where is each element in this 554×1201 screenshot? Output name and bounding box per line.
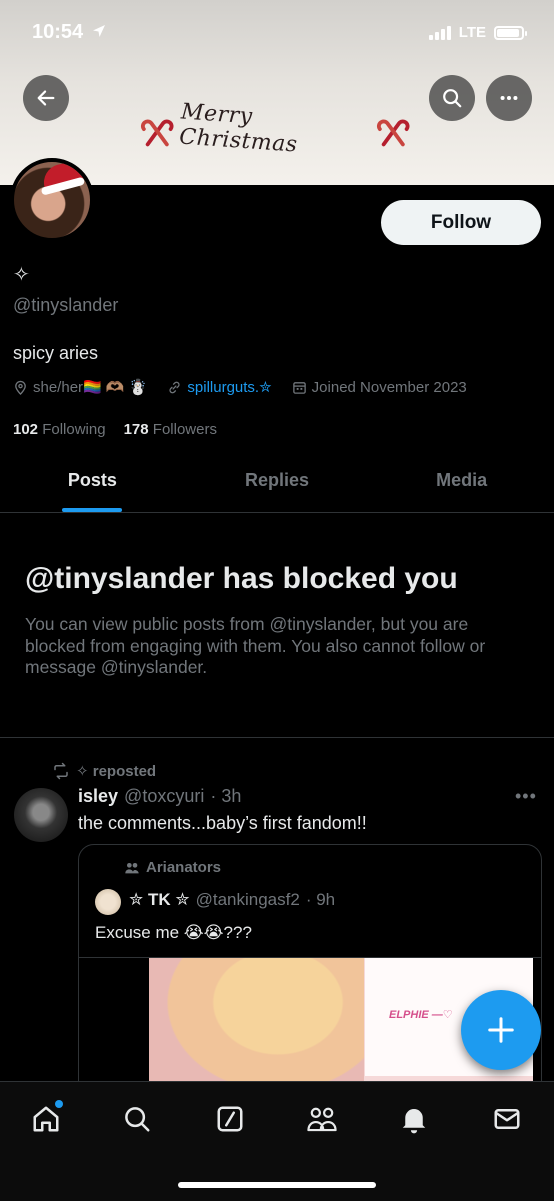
search-icon (125, 1107, 150, 1132)
website-link[interactable]: spillurguts.✮ (187, 378, 271, 396)
comic-caption: ELPHIE —♡ (389, 1009, 453, 1021)
candy-cane-icon (140, 119, 174, 147)
pronouns-text: she/her🏳️‍🌈 🫶🏽 ☃️ (33, 379, 148, 396)
following-link[interactable]: 102 Following (13, 421, 106, 438)
quote-author-name[interactable]: ✮ TK ✮ (129, 890, 190, 910)
repost-label: ✧ reposted (76, 763, 157, 780)
blocked-title: @tinyslander has blocked you (25, 562, 458, 595)
website-item[interactable]: spillurguts.✮ (167, 378, 272, 396)
notification-dot (55, 1100, 63, 1108)
profile-bio: spicy aries (13, 343, 99, 363)
bell-icon (402, 1109, 426, 1134)
link-icon (169, 381, 180, 393)
profile-avatar[interactable] (10, 158, 94, 242)
quoted-post[interactable]: Arianators ✮ TK ✮ @tankingasf2 · 9h Excu… (78, 844, 542, 1106)
quote-avatar[interactable] (95, 889, 121, 915)
banner-text: Merry Christmas (178, 99, 299, 158)
home-indicator (178, 1182, 376, 1188)
location-pin-icon (15, 380, 26, 395)
grok-icon (217, 1106, 243, 1132)
location-item: she/her🏳️‍🌈 🫶🏽 ☃️ (13, 378, 147, 396)
blocked-message: You can view public posts from @tinyslan… (25, 614, 486, 677)
compose-button[interactable] (461, 990, 541, 1070)
banner-artwork: Merry Christmas (140, 99, 410, 158)
mail-icon (494, 1109, 520, 1129)
tab-media[interactable]: Media (369, 458, 554, 512)
calendar-icon (292, 381, 306, 394)
signal-icon (428, 25, 451, 40)
status-time: 10:54 (32, 21, 107, 44)
search-button[interactable] (429, 75, 475, 121)
display-name: ✧ (13, 264, 30, 286)
joined-item: Joined November 2023 (292, 379, 467, 396)
community-label: Arianators (124, 859, 221, 876)
repost-icon (54, 762, 68, 780)
nav-search[interactable] (120, 1102, 154, 1136)
follow-button[interactable]: Follow (381, 200, 541, 245)
post-author-name[interactable]: isley (78, 786, 118, 807)
divider (0, 737, 554, 738)
post-time: · 3h (210, 786, 242, 806)
quote-time: · 9h (305, 890, 336, 909)
location-icon (92, 25, 105, 37)
tab-posts[interactable]: Posts (0, 458, 185, 512)
post-header: isley @toxcyuri · 3h (78, 786, 241, 807)
quote-text: Excuse me 😭😭??? (95, 923, 252, 942)
more-options-button[interactable] (486, 75, 532, 121)
profile-meta: she/her🏳️‍🌈 🫶🏽 ☃️ spillurguts.✮ Joined N… (13, 378, 487, 396)
search-icon (443, 89, 462, 108)
nav-messages[interactable] (490, 1102, 524, 1136)
joined-text: Joined November 2023 (311, 378, 467, 396)
nav-grok[interactable] (213, 1102, 247, 1136)
repost-indicator: ✧ reposted (52, 762, 156, 780)
quote-header: ✮ TK ✮ @tankingasf2 · 9h (129, 890, 335, 910)
communities-icon (307, 1107, 337, 1132)
candy-cane-icon (376, 119, 410, 147)
quote-author-handle[interactable]: @tankingasf2 (196, 890, 300, 910)
post-avatar[interactable] (14, 788, 68, 842)
profile-handle: @tinyslander (13, 295, 119, 315)
nav-communities[interactable] (305, 1102, 339, 1136)
post-more-button[interactable]: ••• (515, 786, 537, 807)
profile-tabs: Posts Replies Media (0, 458, 554, 513)
nav-home[interactable] (29, 1100, 63, 1136)
community-icon (125, 862, 139, 873)
plus-icon (488, 1017, 514, 1043)
nav-notifications[interactable] (397, 1102, 431, 1136)
post-text: the comments...baby’s first fandom!! (78, 813, 367, 833)
home-icon (33, 1106, 59, 1132)
arrow-left-icon (37, 90, 55, 106)
network-label: LTE (458, 24, 486, 41)
tab-replies[interactable]: Replies (185, 458, 370, 512)
post-author-handle[interactable]: @toxcyuri (124, 786, 204, 807)
battery-icon (494, 25, 527, 40)
more-icon (500, 95, 518, 101)
follow-counts: 102 Following 178 Followers (13, 421, 217, 438)
back-button[interactable] (23, 75, 69, 121)
status-indicators: LTE (428, 24, 527, 41)
followers-link[interactable]: 178 Followers (124, 421, 217, 438)
